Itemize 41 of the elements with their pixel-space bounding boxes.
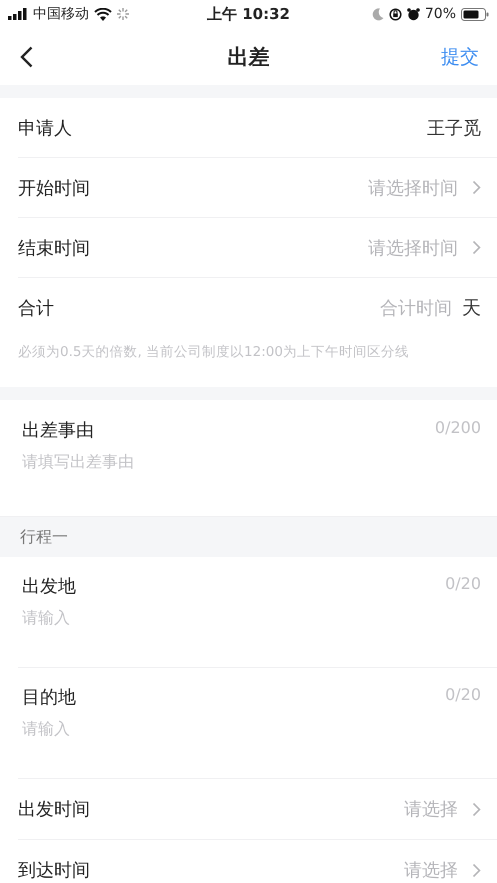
hint-text: 必须为0.5天的倍数, 当前公司制度以12:00为上下午时间区分线 bbox=[17, 343, 410, 362]
submit-button[interactable]: 提交 bbox=[441, 44, 479, 70]
signal-icon bbox=[8, 8, 28, 20]
alarm-icon bbox=[406, 8, 420, 20]
chevron-right-icon bbox=[472, 802, 481, 816]
time-picker[interactable]: 请选择时间 bbox=[368, 236, 481, 260]
loading-icon bbox=[117, 8, 129, 20]
page-title: 出差 bbox=[228, 44, 270, 70]
field-label: 出发地 bbox=[22, 575, 76, 598]
chevron-right-icon bbox=[472, 862, 481, 878]
field-label: 出差事由 bbox=[22, 419, 94, 442]
field-label: 结束时间 bbox=[18, 236, 90, 260]
char-counter: 0/200 bbox=[434, 418, 481, 439]
char-counter: 0/20 bbox=[445, 574, 481, 595]
unit-label: 天 bbox=[462, 296, 481, 320]
moon-icon bbox=[372, 8, 384, 20]
back-icon bbox=[20, 46, 33, 68]
battery-icon bbox=[461, 8, 489, 20]
field-value: 王子觅 bbox=[427, 116, 481, 140]
time-picker[interactable]: 请选择 bbox=[404, 858, 481, 882]
carrier-name: 中国移动 bbox=[33, 5, 89, 23]
chevron-right-icon bbox=[472, 240, 481, 255]
section-title: 行程一 bbox=[20, 526, 68, 548]
field-label: 出发时间 bbox=[18, 798, 90, 821]
total-value: 合计时间 bbox=[380, 296, 452, 320]
field-label: 开始时间 bbox=[18, 176, 90, 200]
reason-field[interactable]: 请填写出差事由 bbox=[22, 442, 481, 512]
place-field[interactable]: 请输入 bbox=[22, 709, 481, 779]
rotation-lock-icon bbox=[388, 8, 402, 20]
field-label: 目的地 bbox=[22, 686, 76, 709]
wifi-icon bbox=[94, 8, 112, 20]
field-label: 到达时间 bbox=[18, 859, 90, 882]
battery-percent: 70% bbox=[424, 6, 456, 22]
field-label: 合计 bbox=[18, 296, 54, 320]
clock-time: 上午 10:32 bbox=[207, 4, 290, 24]
time-picker[interactable]: 请选择时间 bbox=[368, 176, 481, 200]
field-label: 申请人 bbox=[18, 116, 72, 140]
chevron-right-icon bbox=[472, 180, 481, 195]
place-field[interactable]: 请输入 bbox=[22, 598, 481, 668]
time-picker[interactable]: 请选择 bbox=[404, 797, 481, 821]
char-counter: 0/20 bbox=[445, 685, 481, 706]
